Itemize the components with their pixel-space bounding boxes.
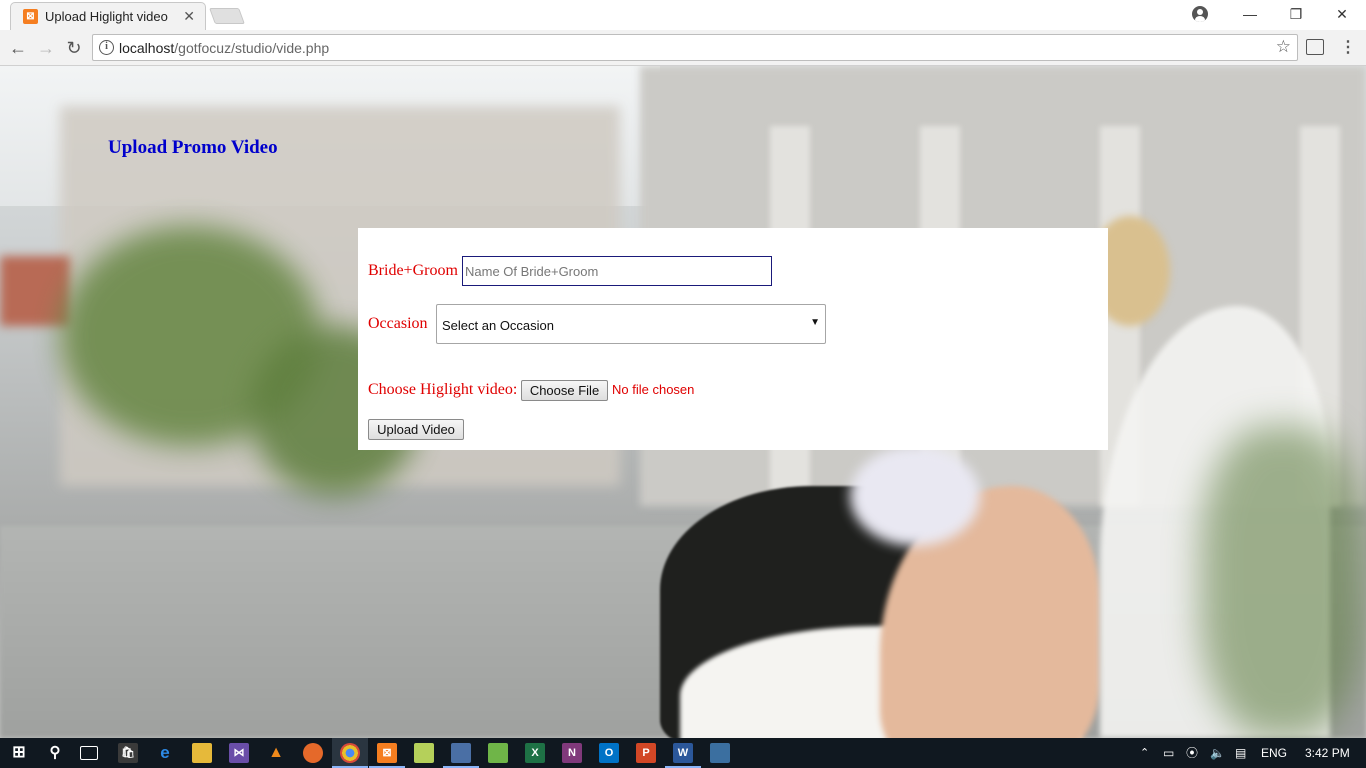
powerpoint-icon[interactable]: P	[636, 743, 656, 763]
edge-icon[interactable]: e	[155, 743, 175, 763]
store-icon[interactable]: 🛍	[118, 743, 138, 763]
clock[interactable]: 3:42 PM	[1305, 738, 1350, 768]
vlc-icon[interactable]: ▲	[266, 743, 286, 763]
url-text: localhost/gotfocuz/studio/vide.php	[119, 40, 329, 56]
address-bar[interactable]: i localhost/gotfocuz/studio/vide.php ☆	[92, 34, 1298, 61]
close-tab-icon[interactable]: ✕	[183, 8, 195, 25]
file-status-text: No file chosen	[612, 382, 695, 397]
extension-icon[interactable]	[1306, 39, 1324, 55]
windows-taskbar: ⊞ ⚲ 🛍 e ⋈ ▲ ⊠ X N O P W ⌃ ▭ ⦿ 🔈 ▤ ENG 3:…	[0, 738, 1366, 768]
occasion-select[interactable]: Select an Occasion ▼	[436, 304, 826, 344]
page-viewport: Upload Promo Video Bride+Groom Occasion …	[0, 66, 1366, 738]
highlight-video-label: Choose Higlight video:	[368, 381, 518, 398]
reload-button[interactable]: ↻	[62, 36, 86, 60]
start-icon[interactable]: ⊞	[9, 743, 29, 763]
excel-icon[interactable]: X	[525, 743, 545, 763]
wifi-icon[interactable]: ⦿	[1186, 738, 1198, 768]
upload-video-button[interactable]: Upload Video	[368, 419, 464, 440]
notification-icon[interactable]: ▤	[1235, 738, 1246, 768]
volume-icon[interactable]: 🔈	[1210, 738, 1225, 768]
choose-file-button[interactable]: Choose File	[521, 380, 608, 401]
browser-tab-strip: ⊠ Upload Higlight video ✕ — ❐ ✕	[0, 0, 1366, 30]
url-path: /gotfocuz/studio/vide.php	[174, 40, 330, 56]
info-icon[interactable]: i	[99, 40, 114, 55]
occasion-selected-value: Select an Occasion	[442, 318, 555, 333]
outlook-icon[interactable]: O	[599, 743, 619, 763]
occasion-label: Occasion	[368, 315, 428, 332]
word-icon[interactable]: W	[673, 743, 693, 763]
tab-title: Upload Higlight video	[45, 9, 168, 24]
dropdown-arrow-icon: ▼	[810, 317, 820, 328]
xampp-icon: ⊠	[23, 9, 38, 24]
browser-tab[interactable]: ⊠ Upload Higlight video ✕	[10, 2, 206, 30]
firefox-icon[interactable]	[303, 743, 323, 763]
notepad-icon[interactable]	[414, 743, 434, 763]
bride-groom-label: Bride+Groom	[368, 262, 458, 279]
profile-icon[interactable]	[1192, 6, 1208, 22]
chrome-icon[interactable]	[340, 743, 360, 763]
upload-form: Bride+Groom Occasion Select an Occasion …	[358, 228, 1108, 450]
page-heading: Upload Promo Video	[108, 137, 278, 158]
show-hidden-icons-icon[interactable]: ⌃	[1140, 738, 1149, 768]
minimize-button[interactable]: —	[1227, 0, 1273, 28]
search-icon[interactable]: ⚲	[45, 743, 65, 763]
url-host: localhost	[119, 40, 175, 56]
language-indicator[interactable]: ENG	[1261, 738, 1287, 768]
restore-button[interactable]: ❐	[1273, 0, 1319, 28]
back-button[interactable]: ←	[6, 36, 30, 60]
network-icon[interactable]	[488, 743, 508, 763]
browser-toolbar: ← → ↻ i localhost/gotfocuz/studio/vide.p…	[0, 30, 1366, 66]
python-icon[interactable]	[710, 743, 730, 763]
file-explorer-icon[interactable]	[192, 743, 212, 763]
power-icon[interactable]: ▭	[1163, 738, 1174, 768]
forward-button[interactable]: →	[34, 36, 58, 60]
onenote-icon[interactable]: N	[562, 743, 582, 763]
xampp-icon[interactable]: ⊠	[377, 743, 397, 763]
menu-icon[interactable]: ⋮	[1340, 36, 1356, 60]
visual-studio-icon[interactable]: ⋈	[229, 743, 249, 763]
close-window-button[interactable]: ✕	[1319, 0, 1365, 28]
new-tab-button[interactable]	[209, 8, 245, 24]
task-view-icon[interactable]	[80, 746, 98, 760]
bride-groom-input[interactable]	[462, 256, 772, 286]
sublime-icon[interactable]	[451, 743, 471, 763]
bookmark-star-icon[interactable]: ☆	[1276, 37, 1291, 57]
